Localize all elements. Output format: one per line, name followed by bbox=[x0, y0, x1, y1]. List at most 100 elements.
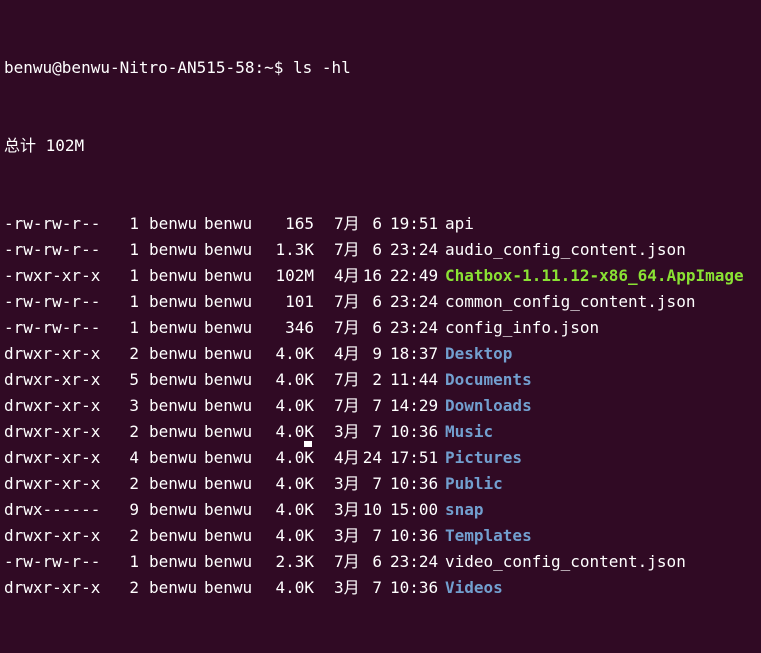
file-perms: -rw-rw-r-- bbox=[4, 318, 101, 337]
file-month: 7月 bbox=[334, 396, 360, 415]
file-time: 19:51 bbox=[390, 214, 439, 233]
file-entry-row: drwxr-xr-x 2 benwu benwu 4.0K 3月 7 10:36 Public bbox=[4, 471, 761, 497]
file-month: 7月 bbox=[334, 318, 360, 337]
file-size: 101 bbox=[285, 292, 314, 311]
file-size: 4.0K bbox=[275, 344, 314, 363]
file-perms: drwxr-xr-x bbox=[4, 578, 101, 597]
file-day: 6 bbox=[372, 318, 382, 337]
command-text: ls -hl bbox=[293, 58, 351, 77]
file-size: 4.0K bbox=[275, 578, 314, 597]
file-owner: benwu bbox=[149, 240, 198, 259]
file-owner: benwu bbox=[149, 344, 198, 363]
file-month: 3月 bbox=[334, 526, 360, 545]
file-day: 7 bbox=[372, 422, 382, 441]
file-name: Templates bbox=[445, 526, 532, 545]
file-time: 10:36 bbox=[390, 474, 439, 493]
file-perms: -rw-rw-r-- bbox=[4, 552, 101, 571]
file-time: 15:00 bbox=[390, 500, 439, 519]
file-links: 9 bbox=[129, 500, 139, 519]
file-group: benwu bbox=[204, 370, 253, 389]
file-size: 4.0K bbox=[275, 474, 314, 493]
file-links: 1 bbox=[129, 318, 139, 337]
file-day: 10 bbox=[362, 500, 382, 519]
file-time: 23:24 bbox=[390, 240, 439, 259]
file-name: api bbox=[445, 214, 474, 233]
file-perms: -rw-rw-r-- bbox=[4, 240, 101, 259]
file-owner: benwu bbox=[149, 500, 198, 519]
file-day: 7 bbox=[372, 526, 382, 545]
file-day: 6 bbox=[372, 240, 382, 259]
file-time: 11:44 bbox=[390, 370, 439, 389]
terminal-window[interactable]: benwu@benwu-Nitro-AN515-58:~$ ls -hl 总计 … bbox=[0, 0, 761, 597]
file-owner: benwu bbox=[149, 526, 198, 545]
file-entry-row: -rw-rw-r-- 1 benwu benwu 165 7月 6 19:51 api bbox=[4, 211, 761, 237]
file-month: 7月 bbox=[334, 552, 360, 571]
file-size: 4.0K bbox=[275, 526, 314, 545]
file-perms: drwxr-xr-x bbox=[4, 396, 101, 415]
file-links: 1 bbox=[129, 214, 139, 233]
file-time: 22:49 bbox=[390, 266, 439, 285]
file-owner: benwu bbox=[149, 396, 198, 415]
file-entry-row: -rw-rw-r-- 1 benwu benwu 346 7月 6 23:24 config_i… bbox=[4, 315, 761, 341]
file-time: 10:36 bbox=[390, 578, 439, 597]
file-owner: benwu bbox=[149, 474, 198, 493]
file-perms: drwxr-xr-x bbox=[4, 344, 101, 363]
file-time: 23:24 bbox=[390, 318, 439, 337]
file-owner: benwu bbox=[149, 422, 198, 441]
file-month: 7月 bbox=[334, 370, 360, 389]
file-month: 3月 bbox=[334, 578, 360, 597]
file-size: 165 bbox=[285, 214, 314, 233]
file-time: 14:29 bbox=[390, 396, 439, 415]
file-perms: drwxr-xr-x bbox=[4, 448, 101, 467]
file-month: 4月 bbox=[334, 266, 360, 285]
file-owner: benwu bbox=[149, 292, 198, 311]
terminal-cursor bbox=[304, 441, 312, 447]
file-group: benwu bbox=[204, 474, 253, 493]
file-name: snap bbox=[445, 500, 484, 519]
file-size: 346 bbox=[285, 318, 314, 337]
file-time: 23:24 bbox=[390, 292, 439, 311]
file-name: Public bbox=[445, 474, 503, 493]
file-entry-row: -rw-rw-r-- 1 benwu benwu 101 7月 6 23:24 common_c… bbox=[4, 289, 761, 315]
file-entry-row: drwxr-xr-x 2 benwu benwu 4.0K 4月 9 18:37 Desktop bbox=[4, 341, 761, 367]
file-group: benwu bbox=[204, 396, 253, 415]
total-line: 总计 102M bbox=[4, 136, 85, 155]
file-name: audio_config_content.json bbox=[445, 240, 686, 259]
file-month: 3月 bbox=[334, 500, 360, 519]
file-group: benwu bbox=[204, 422, 253, 441]
file-size: 1.3K bbox=[275, 240, 314, 259]
file-perms: drwxr-xr-x bbox=[4, 370, 101, 389]
file-month: 3月 bbox=[334, 422, 360, 441]
file-size: 2.3K bbox=[275, 552, 314, 571]
file-owner: benwu bbox=[149, 370, 198, 389]
file-group: benwu bbox=[204, 318, 253, 337]
file-group: benwu bbox=[204, 552, 253, 571]
file-time: 23:24 bbox=[390, 552, 439, 571]
file-perms: -rw-rw-r-- bbox=[4, 214, 101, 233]
file-month: 7月 bbox=[334, 214, 360, 233]
file-size: 4.0K bbox=[275, 448, 314, 467]
file-owner: benwu bbox=[149, 266, 198, 285]
file-group: benwu bbox=[204, 214, 253, 233]
file-perms: drwxr-xr-x bbox=[4, 526, 101, 545]
file-entry-row: drwxr-xr-x 2 benwu benwu 4.0K 3月 7 10:36 Music bbox=[4, 419, 761, 445]
shell-prompt: benwu@benwu-Nitro-AN515-58:~$ bbox=[4, 58, 284, 77]
file-entry-row: drwxr-xr-x 5 benwu benwu 4.0K 7月 2 11:44 Documen… bbox=[4, 367, 761, 393]
file-entry-row: -rw-rw-r-- 1 benwu benwu 1.3K 7月 6 23:24 audio_c… bbox=[4, 237, 761, 263]
file-perms: -rw-rw-r-- bbox=[4, 292, 101, 311]
file-perms: -rwxr-xr-x bbox=[4, 266, 101, 285]
file-links: 1 bbox=[129, 292, 139, 311]
file-name: Music bbox=[445, 422, 494, 441]
file-time: 10:36 bbox=[390, 526, 439, 545]
file-links: 2 bbox=[129, 422, 139, 441]
file-time: 10:36 bbox=[390, 422, 439, 441]
file-size: 102M bbox=[275, 266, 314, 285]
file-day: 16 bbox=[362, 266, 382, 285]
file-group: benwu bbox=[204, 526, 253, 545]
file-day: 2 bbox=[372, 370, 382, 389]
file-perms: drwxr-xr-x bbox=[4, 422, 101, 441]
file-month: 4月 bbox=[334, 448, 360, 467]
file-entry-row: -rw-rw-r-- 1 benwu benwu 2.3K 7月 6 23:24 video_c… bbox=[4, 549, 761, 575]
file-month: 7月 bbox=[334, 292, 360, 311]
file-links: 2 bbox=[129, 344, 139, 363]
